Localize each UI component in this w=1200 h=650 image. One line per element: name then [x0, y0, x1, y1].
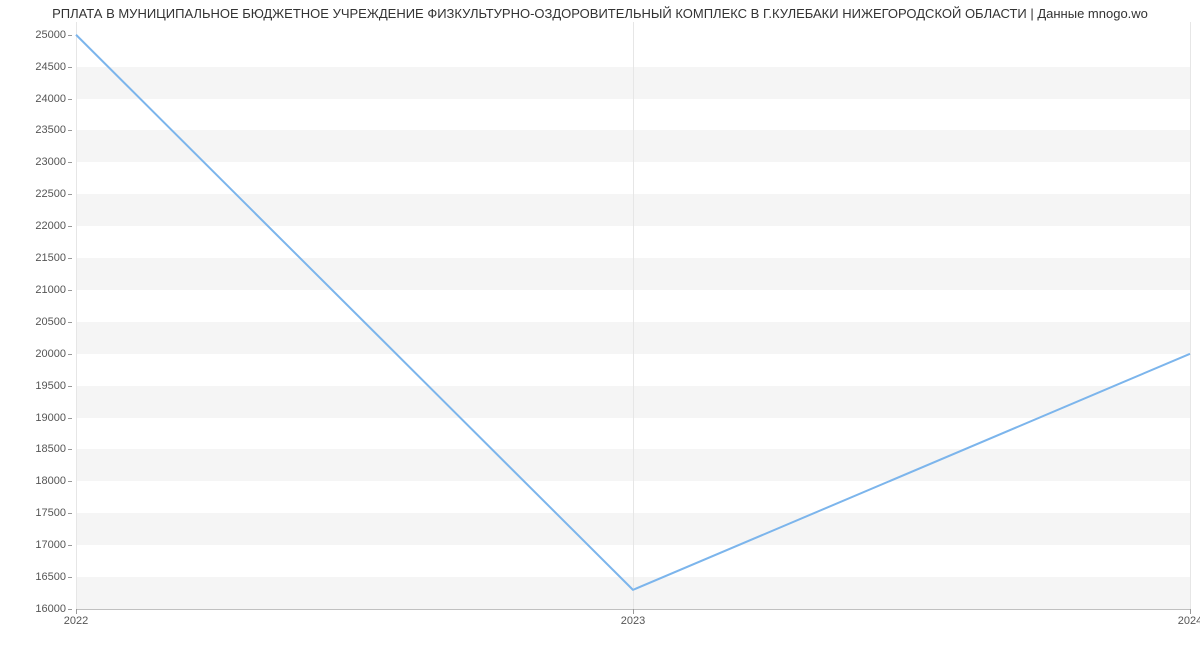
x-tick: [1190, 609, 1191, 614]
y-axis-label: 23000: [35, 156, 66, 168]
y-tick: [68, 194, 72, 195]
y-tick: [68, 481, 72, 482]
plot-area: 1600016500170001750018000185001900019500…: [76, 22, 1190, 610]
y-tick: [68, 130, 72, 131]
y-tick: [68, 545, 72, 546]
y-axis-label: 25000: [35, 29, 66, 41]
y-axis-label: 24000: [35, 93, 66, 105]
x-axis-label: 2023: [621, 615, 645, 627]
y-axis-label: 18000: [35, 475, 66, 487]
y-axis-label: 16500: [35, 571, 66, 583]
y-tick: [68, 290, 72, 291]
y-axis-label: 17500: [35, 507, 66, 519]
y-tick: [68, 67, 72, 68]
y-axis-label: 21000: [35, 284, 66, 296]
y-axis-label: 18500: [35, 443, 66, 455]
x-axis-label: 2022: [64, 615, 88, 627]
x-axis-label: 2024: [1178, 615, 1200, 627]
y-tick: [68, 226, 72, 227]
y-tick: [68, 513, 72, 514]
y-tick: [68, 449, 72, 450]
y-tick: [68, 258, 72, 259]
y-axis-label: 20000: [35, 348, 66, 360]
y-tick: [68, 418, 72, 419]
y-tick: [68, 162, 72, 163]
y-axis-label: 19000: [35, 412, 66, 424]
y-tick: [68, 35, 72, 36]
x-tick: [633, 609, 634, 614]
grid-vline: [1190, 22, 1191, 609]
y-axis-label: 17000: [35, 539, 66, 551]
chart-container: 16000 16500 17000 17500 18000 18500 19000 19500…: [0, 22, 1200, 630]
y-tick: [68, 386, 72, 387]
y-tick: [68, 577, 72, 578]
y-tick: [68, 609, 72, 610]
y-axis-label: 21500: [35, 252, 66, 264]
y-axis-label: 19500: [35, 380, 66, 392]
chart-line: [76, 22, 1190, 609]
y-axis-label: 22000: [35, 220, 66, 232]
y-tick: [68, 322, 72, 323]
y-axis-label: 16000: [35, 603, 66, 615]
y-axis-label: 24500: [35, 61, 66, 73]
y-axis-label: 23500: [35, 124, 66, 136]
y-axis-label: 20500: [35, 316, 66, 328]
y-tick: [68, 99, 72, 100]
y-tick: [68, 354, 72, 355]
y-axis-label: 22500: [35, 188, 66, 200]
x-tick: [76, 609, 77, 614]
